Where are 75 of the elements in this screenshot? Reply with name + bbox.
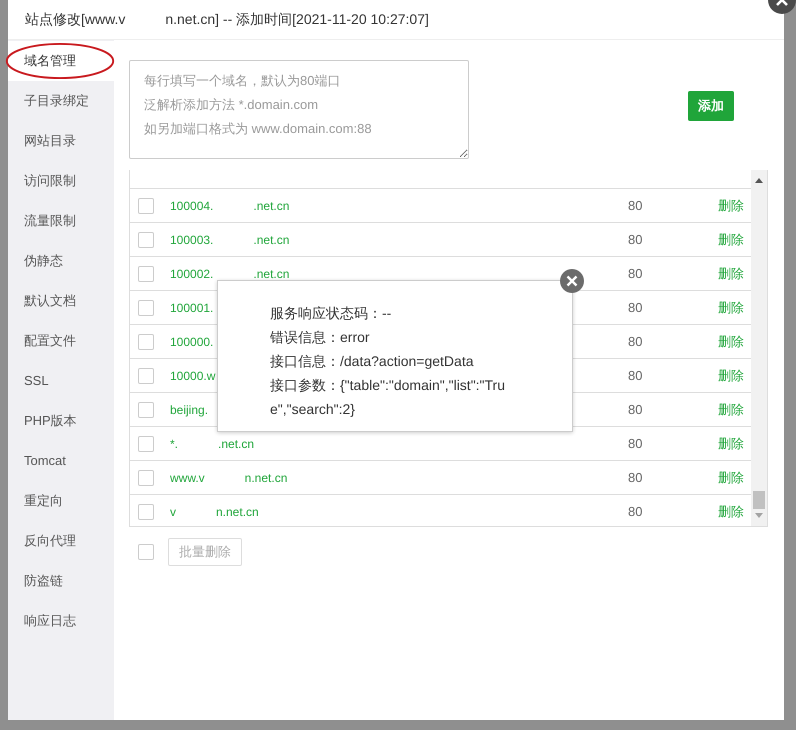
sidebar-item[interactable]: 网站目录 [8,121,114,161]
delete-link[interactable]: 删除 [718,264,744,282]
domain-name[interactable]: .net.cn [253,232,290,246]
port-cell-text: 80 [628,334,644,349]
port-cell-text: 80 [628,232,644,247]
domain-name[interactable]: 10000.w [170,368,216,382]
delete-link[interactable]: 删除 [718,400,744,418]
checkbox[interactable] [138,300,154,316]
sidebar-item[interactable]: SSL [8,361,114,401]
domain-input[interactable]: 每行填写一个域名，默认为80端口 泛解析添加方法 *.domain.com 如另加端口格式为 www.domain.com:88 [129,60,469,159]
domain-name[interactable]: www.v [170,470,205,484]
delete-link[interactable]: 删除 [718,196,744,214]
sidebar-item[interactable]: 配置文件 [8,321,114,361]
domain-name[interactable]: 100002. [170,266,214,280]
delete-link[interactable]: 删除 [718,434,744,452]
dialog-title: 站点修改[www.v [25,10,126,28]
port-cell-text: 80 [628,436,644,451]
port-cell-text: 80 [628,266,644,281]
domain-name[interactable]: beijing. [170,402,208,416]
checkbox[interactable] [138,368,154,384]
error-message: 错误信息：error [270,328,371,347]
error-message: 服务响应状态码：-- [270,304,392,323]
port-cell-text: 80 [628,504,644,519]
domain-name[interactable]: 100000. [170,334,214,348]
domain-name[interactable]: 100003. [170,232,214,246]
domain-name[interactable]: 100001. [170,300,214,314]
domain-name[interactable]: v [170,504,176,518]
sidebar-item[interactable]: 响应日志 [8,601,114,641]
error-message: 接口参数：{"table":"domain","list":"True","search":2} [270,376,505,419]
checkbox[interactable] [138,436,154,452]
checkbox[interactable] [138,266,154,282]
checkbox[interactable] [138,504,154,520]
sidebar-item[interactable]: 重定向 [8,481,114,521]
domain-name[interactable]: n.net.cn [216,504,259,518]
sidebar-item[interactable]: 访问限制 [8,161,114,201]
domain-name[interactable]: *. [170,436,178,450]
domain-name[interactable]: 100004. [170,198,214,212]
domain-name[interactable]: .net.cn [253,266,290,280]
port-cell-text: 80 [628,402,644,417]
sidebar-item[interactable]: 默认文档 [8,281,114,321]
domain-name[interactable]: n.net.cn [244,470,288,484]
domain-name[interactable]: .net.cn [218,436,254,450]
checkbox[interactable] [138,334,154,350]
close-icon[interactable] [560,269,584,293]
sidebar-item[interactable]: PHP版本 [8,401,114,441]
delete-link[interactable]: 删除 [718,468,744,486]
add-button[interactable]: 添加 [688,91,734,121]
port-cell-text: 80 [628,470,644,485]
scroll-thumb[interactable] [753,491,765,509]
error-message: 接口信息：/data?action=getData [270,352,474,371]
dialog-title: n.net.cn] -- 添加时间[2021-11-20 10:27:07] [165,10,429,28]
port-cell-text: 80 [628,300,644,315]
checkbox[interactable] [138,470,154,486]
delete-link[interactable]: 删除 [718,366,744,384]
sidebar-item[interactable]: 子目录绑定 [8,81,114,121]
scroll-up-icon[interactable] [755,178,763,183]
sidebar-item[interactable]: 防盗链 [8,561,114,601]
scroll-down-icon[interactable] [755,513,763,518]
port-cell-text: 80 [628,198,644,213]
checkbox[interactable] [138,198,154,214]
sidebar-item[interactable]: Tomcat [8,441,114,481]
delete-link[interactable]: 删除 [718,332,744,350]
scrollbar[interactable] [751,170,767,526]
sidebar-item[interactable]: 域名管理 [8,41,114,81]
domain-name[interactable]: .net.cn [253,198,290,212]
sidebar-item[interactable]: 伪静态 [8,241,114,281]
port-cell-text: 80 [628,368,644,383]
sidebar-item[interactable]: 反向代理 [8,521,114,561]
delete-link[interactable]: 删除 [718,230,744,248]
delete-link[interactable]: 删除 [718,502,744,520]
delete-link[interactable]: 删除 [718,298,744,316]
checkbox[interactable] [138,402,154,418]
checkbox[interactable] [138,544,154,560]
checkbox[interactable] [138,232,154,248]
sidebar-item[interactable]: 流量限制 [8,201,114,241]
